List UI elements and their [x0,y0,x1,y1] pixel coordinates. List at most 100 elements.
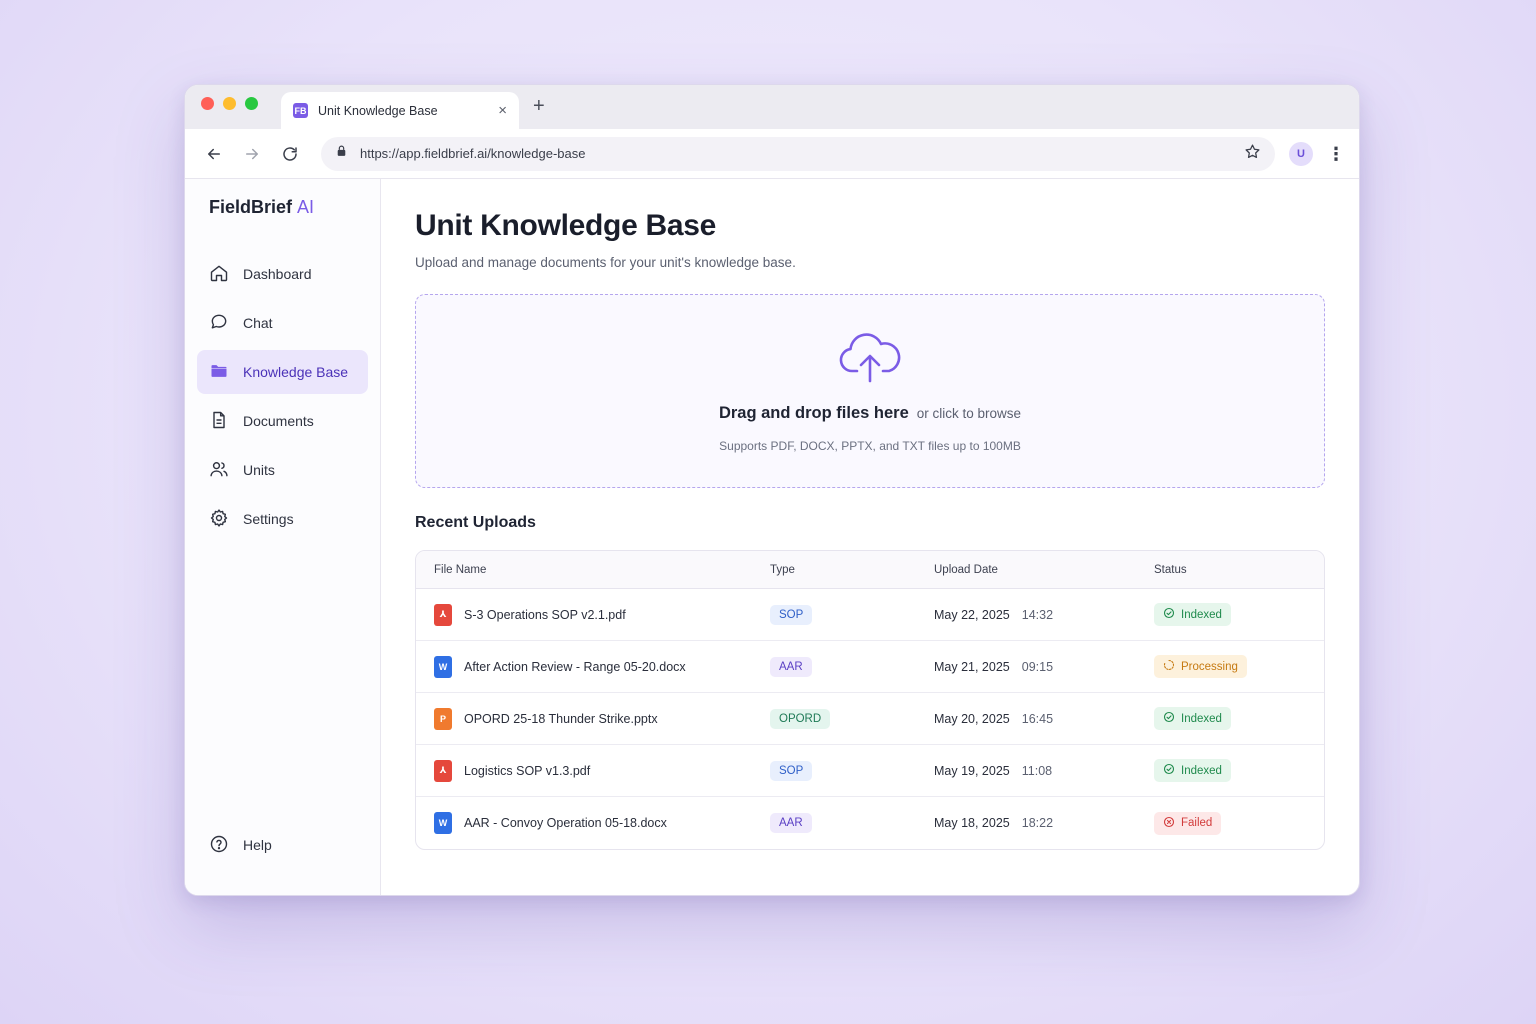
cloud-upload-icon [837,329,903,390]
sidebar-item-label: Chat [243,315,273,331]
type-badge: OPORD [770,708,831,729]
status-label: Indexed [1181,608,1222,621]
upload-date-cell: May 18, 2025 18:22 [934,816,1154,830]
table-row[interactable]: W After Action Review - Range 05-20.docx A… [416,641,1324,693]
close-window-button[interactable] [201,97,214,110]
type-cell: OPORD [770,708,934,729]
upload-time: 18:22 [1021,816,1054,830]
upload-date-cell: May 21, 2025 09:15 [934,660,1154,674]
column-header-upload-date[interactable]: Upload Date [934,564,1154,576]
word-file-icon: W [434,655,452,678]
sidebar-item-documents[interactable]: Documents [197,399,368,443]
upload-date: May 22, 2025 [934,607,1010,622]
folder-icon [209,361,229,384]
sidebar-item-label: Knowledge Base [243,364,349,380]
gear-icon [209,508,229,531]
file-name[interactable]: S-3 Operations SOP v2.1.pdf [464,608,626,622]
upload-time: 11:08 [1021,763,1053,778]
word-file-icon: W [434,812,452,834]
sidebar-item-label: Documents [243,413,314,429]
upload-date: May 20, 2025 [934,711,1010,726]
type-cell: AAR [770,656,934,677]
sidebar-item-dashboard[interactable]: Dashboard [197,252,368,296]
brand-logo[interactable]: FieldBrief AI [197,197,368,218]
pdf-file-icon: ⅄ [434,603,452,626]
type-badge: SOP [770,604,813,625]
table-row[interactable]: P OPORD 25-18 Thunder Strike.pptx OPORD May… [416,693,1324,745]
browser-window: FB Unit Knowledge Base × + https://app.f… [184,84,1360,896]
column-header-type[interactable]: Type [770,564,934,576]
file-name[interactable]: OPORD 25-18 Thunder Strike.pptx [464,712,658,726]
status-cell: Indexed [1154,603,1306,626]
file-name-cell: W AAR - Convoy Operation 05-18.docx [434,812,770,834]
pdf-file-icon: ⅄ [434,759,452,782]
uploads-table: File Name Type Upload Date Status ⅄ S-3 O… [415,550,1325,850]
file-dropzone[interactable]: Drag and drop files here or click to bro… [415,294,1325,488]
table-header: File Name Type Upload Date Status [416,551,1324,589]
star-icon[interactable] [1244,143,1261,165]
profile-avatar[interactable]: U [1289,141,1313,166]
upload-date-cell: May 22, 2025 14:32 [934,608,1154,622]
dropzone-hint: Supports PDF, DOCX, PPTX, and TXT files … [719,439,1021,453]
upload-time: 16:45 [1021,711,1054,726]
help-label: Help [243,837,272,853]
browse-link[interactable]: or click to browse [917,406,1021,421]
browser-tab[interactable]: FB Unit Knowledge Base × [281,92,519,129]
type-cell: AAR [770,813,934,833]
status-label: Indexed [1181,712,1222,725]
powerpoint-file-icon: P [434,707,452,730]
sidebar-item-help[interactable]: Help [197,823,368,867]
upload-date-cell: May 19, 2025 11:08 [934,764,1154,778]
upload-date: May 19, 2025 [934,763,1010,778]
favicon-icon: FB [293,103,308,118]
status-badge: Failed [1154,811,1222,835]
x-circle-icon [1163,816,1175,831]
column-header-file-name[interactable]: File Name [434,564,770,576]
table-row[interactable]: W AAR - Convoy Operation 05-18.docx AAR May… [416,797,1324,849]
main-content: Unit Knowledge Base Upload and manage do… [381,179,1359,895]
chat-icon [209,312,229,335]
sidebar-item-chat[interactable]: Chat [197,301,368,345]
forward-icon[interactable] [237,139,267,169]
table-row[interactable]: ⅄ Logistics SOP v1.3.pdf SOP May 19, 2025 11… [416,745,1324,797]
more-vertical-icon[interactable]: ⋮ [1327,145,1345,163]
file-name[interactable]: Logistics SOP v1.3.pdf [464,764,590,778]
upload-time: 09:15 [1021,659,1054,674]
file-name-cell: ⅄ Logistics SOP v1.3.pdf [434,759,770,782]
status-badge: Processing [1154,655,1247,678]
page-subtitle: Upload and manage documents for your uni… [415,255,796,270]
maximize-window-button[interactable] [245,97,258,110]
sidebar: FieldBrief AI Dashboard Chat Knowledge B… [185,179,381,895]
tab-title: Unit Knowledge Base [318,103,438,118]
browser-toolbar: https://app.fieldbrief.ai/knowledge-base… [185,129,1359,179]
column-header-status[interactable]: Status [1154,564,1306,576]
sidebar-item-settings[interactable]: Settings [197,497,368,541]
upload-date: May 18, 2025 [934,816,1010,830]
reload-icon[interactable] [275,139,305,169]
table-row[interactable]: ⅄ S-3 Operations SOP v2.1.pdf SOP May 22, 2… [416,589,1324,641]
file-name[interactable]: AAR - Convoy Operation 05-18.docx [464,816,667,830]
dropzone-title: Drag and drop files here [718,404,909,422]
status-badge: Indexed [1154,759,1231,782]
status-cell: Failed [1154,811,1306,835]
type-badge: SOP [770,760,813,781]
type-badge: AAR [770,813,812,833]
sidebar-item-units[interactable]: Units [197,448,368,492]
url-text: https://app.fieldbrief.ai/knowledge-base [360,146,586,161]
minimize-window-button[interactable] [223,97,236,110]
file-name[interactable]: After Action Review - Range 05-20.docx [464,660,686,674]
help-icon [209,834,229,857]
status-cell: Indexed [1154,759,1306,782]
status-label: Processing [1181,660,1238,673]
close-icon[interactable]: × [498,103,507,118]
users-icon [209,459,229,482]
file-name-cell: ⅄ S-3 Operations SOP v2.1.pdf [434,603,770,626]
tab-strip: FB Unit Knowledge Base × + [185,85,1359,129]
sidebar-item-knowledge-base[interactable]: Knowledge Base [197,350,368,394]
back-icon[interactable] [199,139,229,169]
file-name-cell: P OPORD 25-18 Thunder Strike.pptx [434,707,770,730]
spinner-icon [1163,659,1175,674]
file-name-cell: W After Action Review - Range 05-20.docx [434,655,770,678]
plus-icon[interactable]: + [533,96,545,116]
address-bar[interactable]: https://app.fieldbrief.ai/knowledge-base [321,136,1275,171]
